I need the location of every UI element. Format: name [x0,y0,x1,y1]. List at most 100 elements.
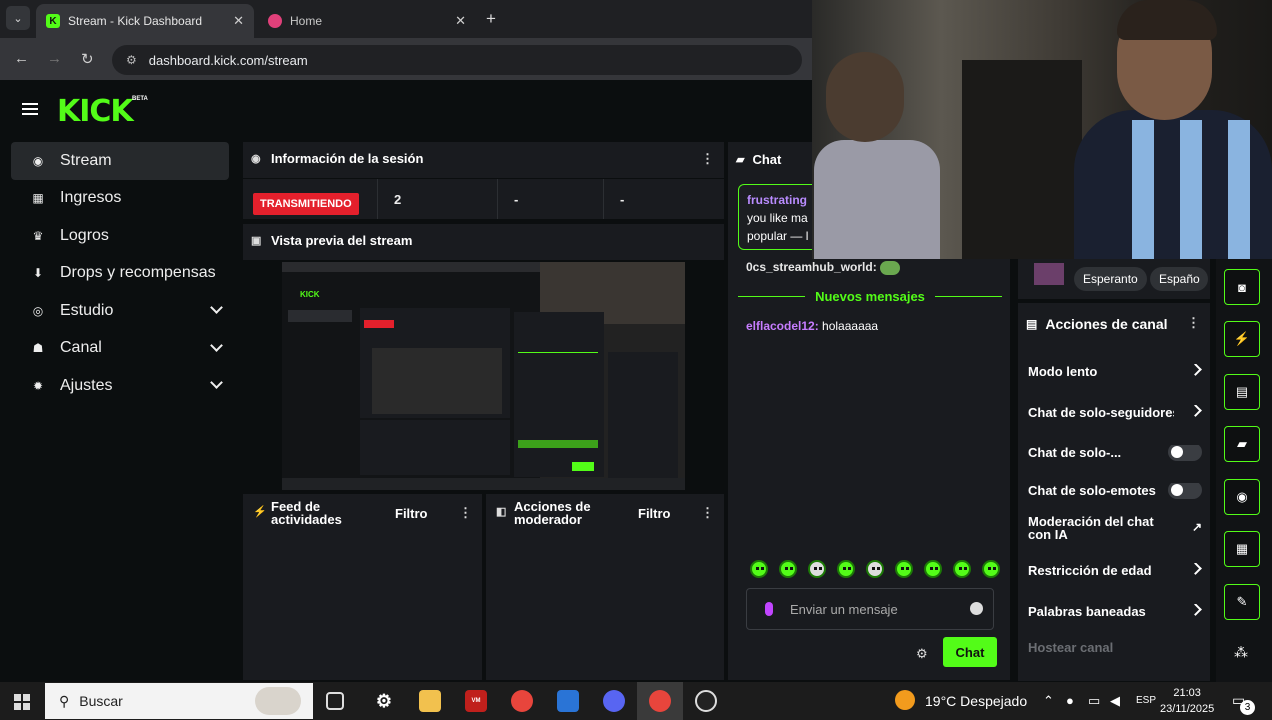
taskbar-search[interactable]: ⚲ Buscar [45,683,313,719]
close-tab-icon[interactable]: ✕ [233,13,244,29]
emotes-only-toggle[interactable] [1168,483,1202,499]
lightning-icon[interactable]: ⚡ [1224,321,1260,357]
tab-home[interactable]: Home ✕ [258,4,476,38]
new-messages-divider[interactable]: Nuevos mensajes [738,288,1002,304]
action-banned-words[interactable]: Palabras baneadas [1028,604,1202,622]
new-messages-label: Nuevos mensajes [815,288,925,304]
document-icon[interactable]: ▤ [1224,374,1260,410]
preview-sidebar-row [288,358,352,370]
chat-input[interactable]: Enviar un mensaje [746,588,994,630]
url-field[interactable]: ⚙ dashboard.kick.com/stream [112,45,802,75]
category-thumbnail[interactable] [1034,263,1064,285]
emote-icon[interactable] [750,560,768,578]
action-emotes-only[interactable]: Chat de solo-emotes [1028,483,1202,501]
emote-icon[interactable] [866,560,884,578]
sidebar-item-logros[interactable]: ♛ Logros [11,217,229,255]
chat-message: elflacodel12: holaaaaaa [746,319,878,333]
emote-icon[interactable] [779,560,797,578]
send-chat-button[interactable]: Chat [943,637,997,667]
microphone-icon[interactable] [765,602,773,616]
sidebar-item-label: Ajustes [60,376,113,394]
task-view-icon[interactable] [326,692,344,710]
tag-chip[interactable]: Españo [1150,267,1208,291]
sidebar-item-ajustes[interactable]: ✹ Ajustes [11,367,229,405]
background-door [962,60,1082,259]
action-ai-moderation[interactable]: Moderación del chat con IA ↗ [1028,515,1202,545]
sidebar-item-drops[interactable]: ⬇ Drops y recompensas [11,255,229,293]
emote-icon[interactable] [953,560,971,578]
mod-filter-button[interactable]: Filtro [638,506,671,521]
tab-title: Home [290,14,323,28]
discord-icon[interactable] [603,690,625,712]
microphone-tray-icon[interactable]: ● [1066,693,1074,708]
chat-username[interactable]: elflacodel12: [746,319,819,333]
chat-bubble-icon: ▰ [736,154,745,166]
more-options-icon[interactable]: ⋮ [1187,315,1200,331]
chat-settings-icon[interactable]: ⚙ [916,646,928,662]
close-tab-icon[interactable]: ✕ [455,13,466,29]
tag-chip[interactable]: Esperanto [1074,267,1147,291]
chrome-icon[interactable] [511,690,533,712]
panel-title: Vista previa del stream [271,233,413,248]
windows-start-icon[interactable] [14,694,30,710]
network-icon[interactable]: ▭ [1088,693,1100,709]
tray-chevron-icon[interactable]: ⌃ [1043,693,1054,709]
sidebar-item-stream[interactable]: ◉ Stream [11,142,229,180]
camera-icon[interactable]: ◙ [1224,269,1260,305]
stream-preview-video[interactable]: KICK [282,262,685,490]
chevron-down-icon [210,301,223,314]
browser-tab-bar: ⌄ K Stream - Kick Dashboard ✕ Home ✕ + [0,0,812,38]
tab-search-button[interactable]: ⌄ [6,6,30,30]
weather-text[interactable]: 19°C Despejado [925,693,1027,709]
emote-icon[interactable] [982,560,1000,578]
subs-only-toggle[interactable] [1168,445,1202,461]
action-age-restriction[interactable]: Restricción de edad [1028,563,1202,581]
chat-icon[interactable]: ▰ [1224,426,1260,462]
broadcast-icon[interactable]: ◉ [1224,479,1260,515]
stat-viewers: 2 [377,179,498,219]
reload-icon[interactable]: ↻ [81,50,94,68]
more-options-icon[interactable]: ⋮ [701,505,714,521]
obs-icon[interactable] [695,690,717,712]
file-explorer-icon[interactable] [419,690,441,712]
weather-icon[interactable] [895,690,915,710]
feed-filter-button[interactable]: Filtro [395,506,428,521]
sidebar-item-canal[interactable]: ☗ Canal [11,330,229,368]
language-indicator[interactable]: ESP [1136,695,1156,706]
moderator-actions-title: ◧ Acciones de moderador [496,500,604,526]
chat-username[interactable]: 0cs_streamhub_world: [746,260,877,274]
more-options-icon[interactable]: ⋮ [459,505,472,521]
chat-text: holaaaaaa [822,319,879,333]
emote-icon[interactable] [808,560,826,578]
more-options-icon[interactable]: ⋮ [701,151,714,167]
stat-value: - [603,179,724,219]
more-apps-icon[interactable]: ⁂ [1234,644,1248,661]
back-icon[interactable]: ← [14,50,29,67]
volume-icon[interactable]: ◀ [1110,693,1120,709]
divider-line [738,295,806,297]
layout-icon[interactable]: ▦ [1224,531,1260,567]
clock[interactable]: 21:03 23/11/2025 [1160,685,1214,717]
chrome-active-icon[interactable] [649,690,671,712]
action-modo-lento[interactable]: Modo lento [1028,364,1202,382]
kick-logo[interactable]: KICK [57,94,134,129]
gear-icon: ✹ [32,378,44,393]
emoji-icon[interactable] [970,602,983,615]
forward-icon[interactable]: → [47,50,62,67]
menu-icon[interactable] [22,103,38,115]
emote-icon[interactable] [837,560,855,578]
sidebar-item-ingresos[interactable]: ▦ Ingresos [11,180,229,218]
action-followers-only[interactable]: Chat de solo-seguidores [1028,405,1202,423]
wrench-icon[interactable]: ✎ [1224,584,1260,620]
settings-icon[interactable]: ⚙ [373,690,395,712]
sidebar-item-estudio[interactable]: ◎ Estudio [11,292,229,330]
site-info-icon[interactable]: ⚙ [126,53,137,67]
new-tab-icon[interactable]: + [486,9,496,29]
action-subs-only[interactable]: Chat de solo-... [1028,445,1202,463]
voicemeeter-icon[interactable]: VM [465,690,487,712]
tab-kick-dashboard[interactable]: K Stream - Kick Dashboard ✕ [36,4,254,38]
store-icon[interactable] [557,690,579,712]
emote-icon[interactable] [895,560,913,578]
emote-icon[interactable] [924,560,942,578]
chevron-right-icon [1189,604,1202,616]
